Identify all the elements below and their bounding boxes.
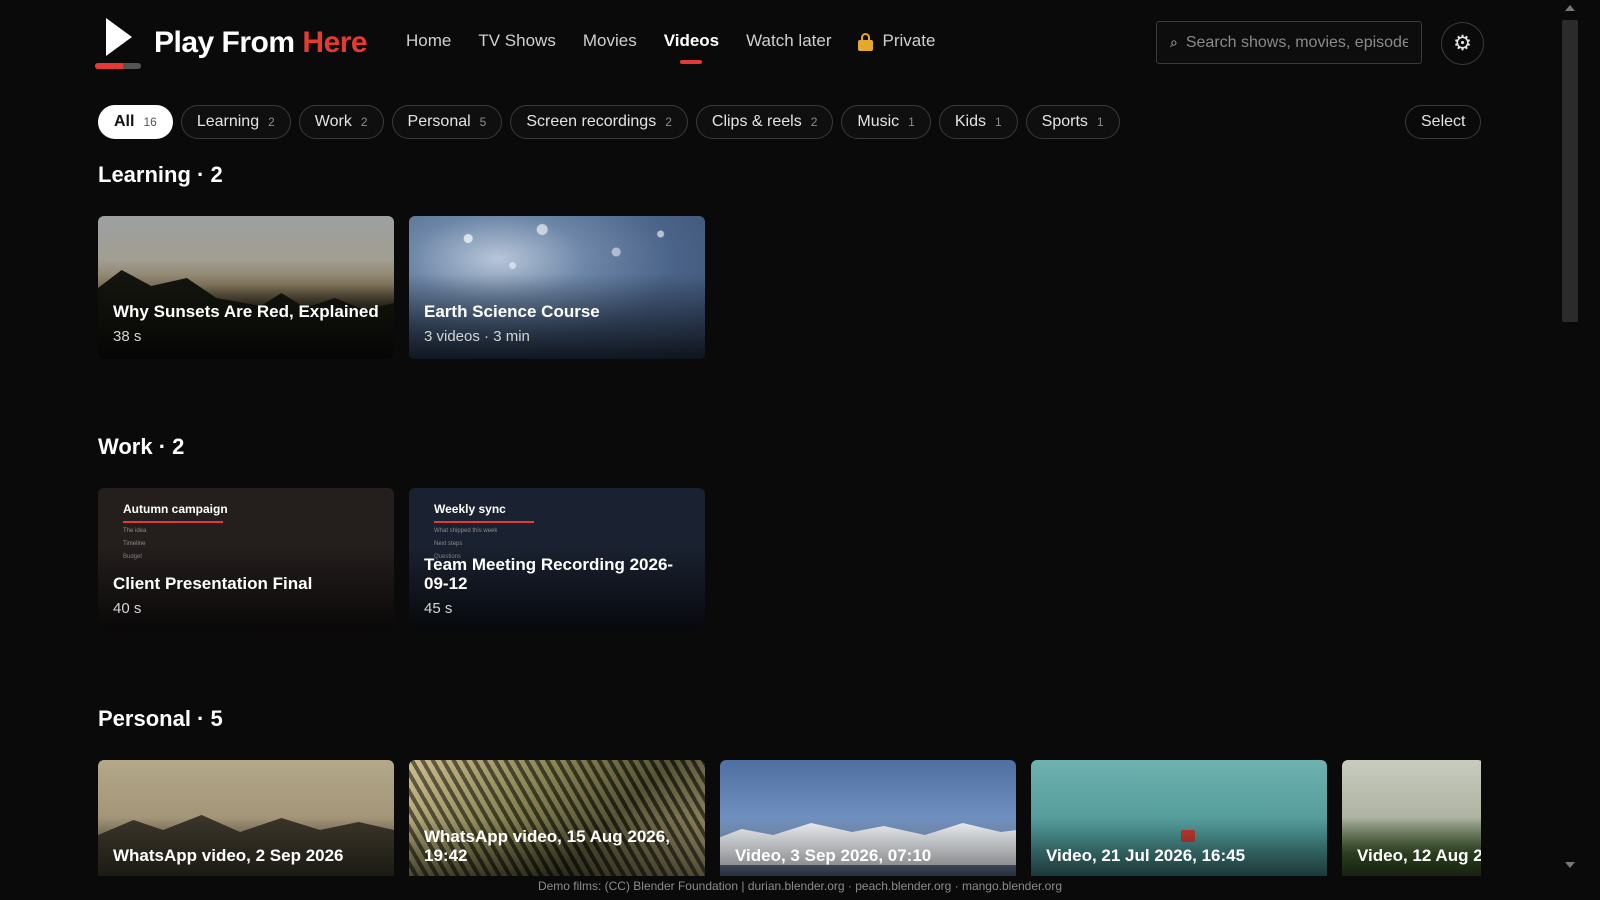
nav-videos[interactable]: Videos (664, 31, 719, 64)
section-title-work: Work · 2 (98, 434, 185, 459)
card-title: Video, 21 Jul 2026, 16:45 (1046, 846, 1246, 865)
chip-label: Sports (1041, 113, 1088, 130)
video-card[interactable]: Weekly sync What shipped this week Next … (409, 488, 705, 631)
chip-count: 1 (1096, 115, 1104, 129)
chip-count: 1 (908, 115, 915, 129)
video-card[interactable]: WhatsApp video, 15 Aug 2026, 19:42 (409, 760, 705, 876)
slide-heading: Autumn campaign (123, 502, 228, 516)
card-title: Earth Science Course (424, 302, 600, 321)
chip-label: Kids (954, 113, 986, 130)
video-card[interactable]: Video, 12 Aug 2 (1342, 760, 1481, 876)
brand-name-part2: Here (302, 26, 368, 59)
chip-label: All (114, 113, 135, 130)
scroll-down-arrow-icon[interactable] (1565, 862, 1575, 868)
slide-line: Budget (123, 554, 143, 560)
gear-icon: ⚙ (1453, 32, 1472, 55)
nav-movies[interactable]: Movies (583, 31, 637, 51)
chip-label: Music (857, 113, 900, 130)
chip-label: Work (314, 113, 352, 130)
footer-credits: Demo films: (CC) Blender Foundation | du… (0, 876, 1600, 900)
chip-count: 2 (665, 115, 672, 129)
filter-chip-learning[interactable]: Learning 2 (180, 105, 291, 139)
slide-heading: Weekly sync (434, 502, 506, 516)
brand-name: Play From Here (154, 26, 368, 60)
brand-logo[interactable]: Play From Here (95, 16, 368, 70)
filter-chip-sports[interactable]: Sports 1 (1025, 105, 1120, 139)
card-title: Why Sunsets Are Red, Explained (113, 302, 379, 321)
filter-chip-music[interactable]: Music 1 (841, 105, 931, 139)
main-nav: Home TV Shows Movies Videos Watch later … (406, 31, 962, 64)
card-title: Video, 3 Sep 2026, 07:10 (735, 846, 932, 865)
slide-line: Next steps (434, 541, 463, 547)
chip-label: Screen recordings (526, 113, 657, 130)
chip-count: 2 (810, 115, 818, 129)
card-meta: 38 s (113, 328, 142, 345)
filter-chip-all[interactable]: All 16 (98, 105, 173, 139)
chip-label: Clips & reels (711, 113, 802, 130)
scroll-up-arrow-icon[interactable] (1565, 5, 1575, 11)
nav-watch-later[interactable]: Watch later (746, 31, 831, 51)
video-card[interactable]: WhatsApp video, 2 Sep 2026 (98, 760, 394, 876)
settings-button[interactable]: ⚙ (1441, 22, 1484, 65)
chip-count: 5 (479, 115, 487, 129)
collection-card[interactable]: Earth Science Course 3 videos · 3 min (409, 216, 705, 359)
row-learning: Why Sunsets Are Red, Explained 38 s Eart… (98, 216, 720, 359)
chip-label: Personal (407, 113, 471, 130)
nav-home[interactable]: Home (406, 31, 451, 51)
filter-chip-screen-recordings[interactable]: Screen recordings 2 (510, 105, 688, 139)
brand-name-part1: Play From (154, 26, 295, 59)
search-input[interactable] (1185, 33, 1408, 52)
lock-icon (858, 33, 874, 51)
nav-private-label: Private (882, 31, 936, 50)
row-personal: WhatsApp video, 2 Sep 2026 WhatsApp vide… (98, 760, 1481, 876)
nav-tv-shows[interactable]: TV Shows (478, 31, 555, 51)
slide-line: Timeline (123, 541, 146, 547)
slide-line: What shipped this week (434, 528, 498, 534)
filter-chips: All 16 Learning 2 Work 2 Personal 5 Scre… (98, 105, 1128, 139)
section-title-learning: Learning · 2 (98, 162, 223, 187)
search-box[interactable]: ⌕ (1156, 21, 1422, 64)
slide-rule (434, 521, 534, 523)
play-logo-icon (95, 16, 141, 70)
header: Play From Here Home TV Shows Movies Vide… (0, 0, 1560, 90)
search-icon: ⌕ (1170, 34, 1178, 50)
card-title: Client Presentation Final (113, 574, 313, 593)
chip-count: 1 (994, 115, 1002, 129)
card-title: WhatsApp video, 15 Aug 2026, 19:42 (424, 827, 670, 865)
card-title: WhatsApp video, 2 Sep 2026 (113, 846, 344, 865)
card-title: Team Meeting Recording 2026-09-12 (424, 555, 674, 593)
video-card[interactable]: Video, 21 Jul 2026, 16:45 (1031, 760, 1327, 876)
video-card[interactable]: Autumn campaign The idea Timeline Budget… (98, 488, 394, 631)
card-meta: 3 videos · 3 min (424, 328, 530, 345)
chip-count: 2 (360, 115, 368, 129)
video-card[interactable]: Why Sunsets Are Red, Explained 38 s (98, 216, 394, 359)
filter-chip-work[interactable]: Work 2 (298, 105, 384, 139)
row-work: Autumn campaign The idea Timeline Budget… (98, 488, 720, 631)
filter-chip-personal[interactable]: Personal 5 (391, 105, 503, 139)
card-title: Video, 12 Aug 2 (1357, 846, 1481, 865)
filter-chip-clips-reels[interactable]: Clips & reels 2 (695, 105, 834, 139)
slide-line: The idea (123, 528, 147, 534)
card-meta: 45 s (424, 600, 453, 617)
chip-count: 16 (143, 115, 157, 129)
filter-chip-kids[interactable]: Kids 1 (938, 105, 1018, 139)
select-button[interactable]: Select (1405, 105, 1482, 139)
chip-count: 2 (268, 115, 275, 129)
section-title-personal: Personal · 5 (98, 706, 223, 731)
video-card[interactable]: Video, 3 Sep 2026, 07:10 (720, 760, 1016, 876)
slide-rule (123, 521, 223, 523)
scrollbar-thumb[interactable] (1562, 20, 1578, 322)
nav-private[interactable]: Private (858, 31, 935, 51)
chip-label: Learning (196, 113, 260, 130)
card-meta: 40 s (113, 600, 142, 617)
